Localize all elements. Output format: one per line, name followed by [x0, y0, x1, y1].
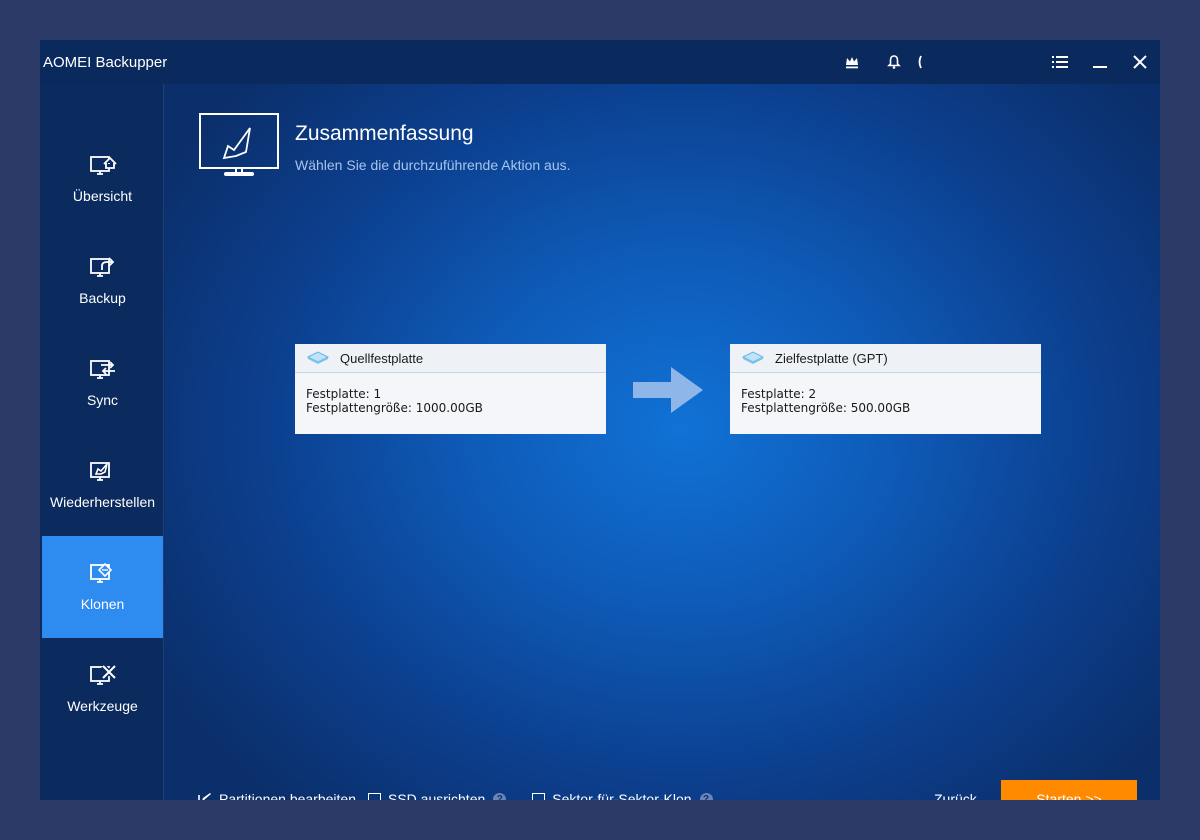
- menu-icon[interactable]: [1040, 40, 1080, 84]
- target-disk-heading: Zielfestplatte (GPT): [775, 350, 888, 366]
- ssd-align-label: SSD ausrichten: [388, 791, 486, 800]
- minimize-icon[interactable]: [1080, 40, 1120, 84]
- footer-options: Partitionen bearbeiten SSD ausrichten ? …: [198, 790, 725, 800]
- source-disk-size: Festplattengröße: 1000.00GB: [306, 401, 483, 415]
- sidebar-item-tools[interactable]: Werkzeuge: [42, 638, 163, 740]
- source-disk-header: Quellfestplatte: [295, 344, 606, 373]
- sidebar-item-label: Übersicht: [72, 188, 133, 204]
- sidebar-item-label: Sync: [86, 392, 119, 408]
- source-disk-heading: Quellfestplatte: [340, 350, 424, 366]
- help-icon[interactable]: [910, 40, 930, 84]
- bell-icon[interactable]: [874, 40, 914, 84]
- sector-clone-label: Sektor-für-Sektor-Klon: [552, 791, 692, 800]
- backup-monitor-icon: [89, 257, 114, 277]
- arrow-right-icon: [633, 367, 703, 413]
- sidebar-item-sync[interactable]: Sync: [42, 332, 163, 434]
- source-disk-card[interactable]: Quellfestplatte Festplatte: 1 Festplatte…: [295, 344, 606, 434]
- edit-partitions-option[interactable]: Partitionen bearbeiten: [198, 791, 356, 800]
- sidebar-item-label: Wiederherstellen: [49, 494, 156, 510]
- disk-icon: [306, 351, 330, 364]
- target-disk-header: Zielfestplatte (GPT): [730, 344, 1041, 373]
- sidebar: Übersicht Backup Sync Wiederherstellen K…: [40, 84, 164, 800]
- crown-icon[interactable]: [832, 40, 872, 84]
- title-bar: AOMEI Backupper: [40, 40, 1160, 84]
- back-button[interactable]: Zurück: [934, 791, 977, 800]
- question-icon[interactable]: ?: [699, 792, 713, 800]
- sidebar-item-clone[interactable]: Klonen: [42, 536, 163, 638]
- ssd-align-box[interactable]: [368, 792, 381, 800]
- app-title: AOMEI Backupper: [43, 53, 168, 71]
- source-disk-number: Festplatte: 1: [306, 387, 382, 401]
- target-disk-card[interactable]: Zielfestplatte (GPT) Festplatte: 2 Festp…: [730, 344, 1041, 434]
- sidebar-item-label: Backup: [79, 290, 126, 306]
- main-content: Zusammenfassung Wählen Sie die durchzufü…: [165, 84, 1160, 800]
- restore-monitor-icon: [89, 462, 110, 481]
- sidebar-item-backup[interactable]: Backup: [42, 230, 163, 332]
- ssd-align-checkbox[interactable]: SSD ausrichten ?: [368, 791, 507, 800]
- sector-clone-box[interactable]: [532, 792, 546, 800]
- disk-icon: [741, 351, 765, 364]
- sync-monitor-icon: [89, 360, 115, 379]
- sidebar-item-overview[interactable]: Übersicht: [42, 128, 163, 230]
- edit-icon: [198, 793, 211, 800]
- target-disk-number: Festplatte: 2: [741, 387, 817, 401]
- sidebar-item-label: Klonen: [80, 596, 125, 612]
- sidebar-item-label: Werkzeuge: [67, 698, 138, 714]
- close-icon[interactable]: [1120, 40, 1160, 84]
- clone-monitor-icon: [89, 562, 112, 583]
- sidebar-item-restore[interactable]: Wiederherstellen: [42, 434, 163, 536]
- clone-summary-icon: [199, 113, 279, 176]
- page-title: Zusammenfassung: [295, 122, 474, 145]
- target-disk-size: Festplattengröße: 500.00GB: [741, 401, 911, 415]
- question-icon[interactable]: ?: [493, 792, 507, 800]
- sector-clone-checkbox[interactable]: Sektor-für-Sektor-Klon ?: [532, 791, 713, 800]
- page-subtitle: Wählen Sie die durchzuführende Aktion au…: [295, 157, 571, 173]
- home-monitor-icon: [89, 156, 117, 175]
- start-button[interactable]: Starten >>: [1001, 780, 1137, 800]
- app-window: AOMEI Backupper Übersicht Backup Sync Wi…: [40, 40, 1160, 800]
- tools-monitor-icon: [89, 664, 117, 685]
- edit-partitions-label: Partitionen bearbeiten: [219, 791, 356, 800]
